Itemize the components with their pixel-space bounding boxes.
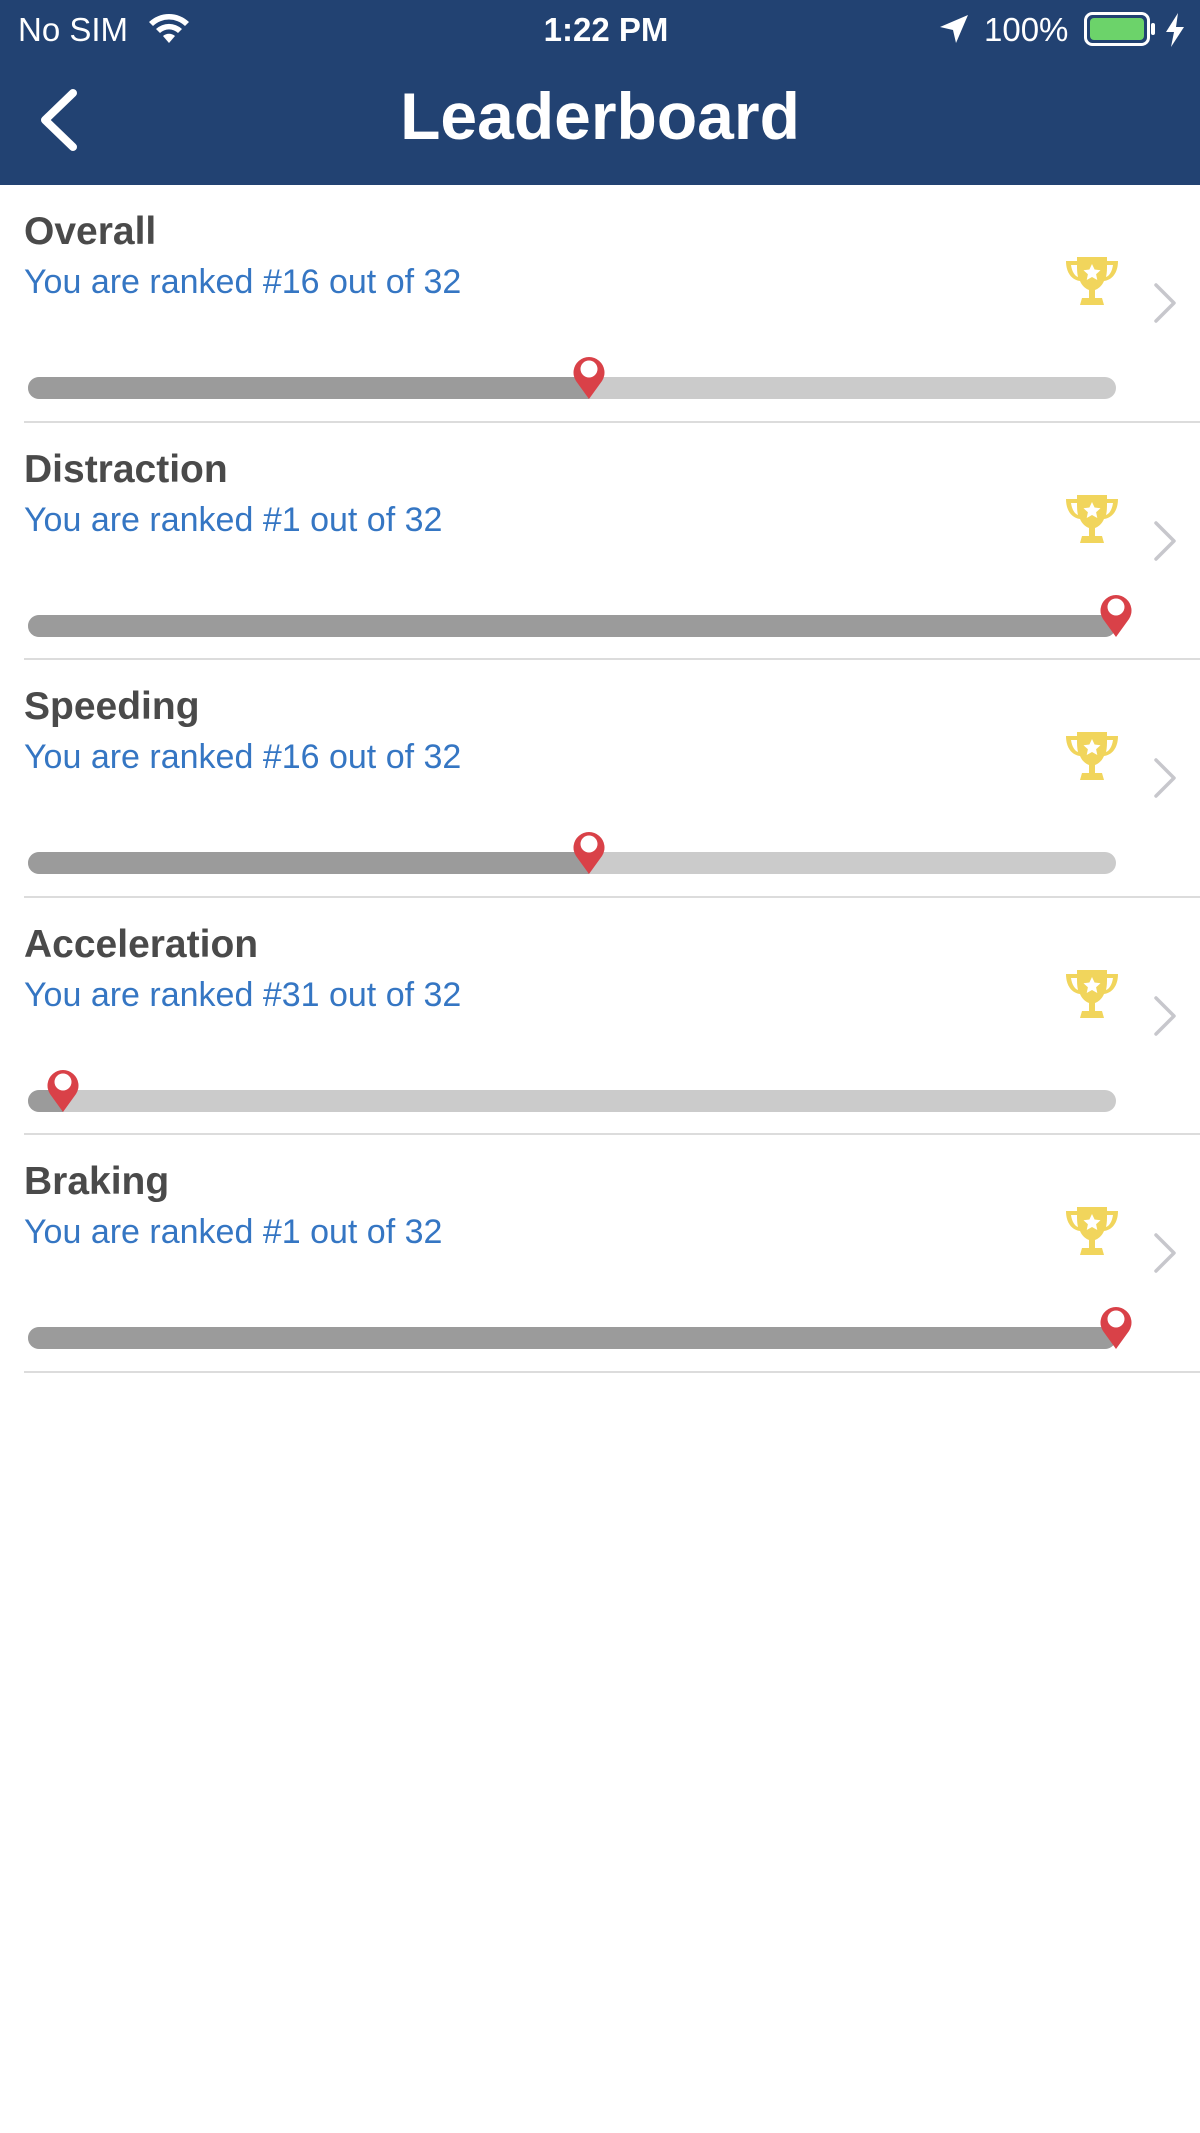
battery-percent: 100%	[984, 11, 1069, 48]
chevron-right-icon	[1154, 995, 1176, 1036]
nav-bar: Leaderboard	[0, 60, 1200, 185]
location-arrow-icon	[940, 15, 968, 43]
leaderboard-row-braking[interactable]: Braking You are ranked #1 out of 32	[0, 1135, 1200, 1373]
row-title: Braking	[24, 1160, 170, 1203]
trophy-icon	[1066, 732, 1118, 780]
chevron-right-icon	[1154, 283, 1176, 323]
rank-progress-fill	[28, 377, 590, 399]
map-pin-icon	[1100, 1307, 1132, 1349]
row-title: Distraction	[24, 447, 228, 491]
status-bar: No SIM 1:22 PM 100%	[0, 0, 1200, 60]
rank-progress-track	[28, 1327, 1116, 1349]
rank-progress-track	[28, 614, 1116, 637]
rank-progress-track	[28, 1089, 1116, 1112]
map-pin-icon	[573, 357, 605, 399]
charging-bolt-icon	[1166, 13, 1184, 47]
rank-progress-fill	[28, 614, 1116, 637]
row-title: Acceleration	[24, 922, 259, 966]
trophy-icon	[1066, 969, 1118, 1018]
battery-icon	[1084, 12, 1155, 46]
rank-text: You are ranked #31 out of 32	[24, 975, 462, 1014]
rank-progress-fill	[28, 852, 590, 874]
row-title: Speeding	[24, 685, 200, 728]
rank-text: You are ranked #16 out of 32	[24, 738, 462, 776]
header: No SIM 1:22 PM 100% Leaderboard	[0, 0, 1200, 185]
trophy-icon	[1066, 494, 1118, 543]
row-title: Overall	[24, 210, 157, 253]
trophy-icon	[1066, 257, 1118, 305]
leaderboard-row-acceleration[interactable]: Acceleration You are ranked #31 out of 3…	[0, 898, 1200, 1135]
trophy-icon	[1066, 1207, 1118, 1255]
leaderboard-row-distraction[interactable]: Distraction You are ranked #1 out of 32	[0, 423, 1200, 660]
map-pin-icon	[47, 1069, 79, 1112]
leaderboard-screen: No SIM 1:22 PM 100% Leaderboard Overall …	[0, 0, 1200, 2133]
page-title: Leaderboard	[400, 79, 800, 153]
chevron-right-icon	[1154, 520, 1176, 561]
leaderboard-list: Overall You are ranked #16 out of 32 Dis…	[0, 185, 1200, 1373]
leaderboard-row-overall[interactable]: Overall You are ranked #16 out of 32	[0, 185, 1200, 423]
map-pin-icon	[573, 832, 605, 874]
chevron-right-icon	[1154, 758, 1176, 798]
rank-text: You are ranked #1 out of 32	[24, 500, 443, 539]
leaderboard-row-speeding[interactable]: Speeding You are ranked #16 out of 32	[0, 660, 1200, 898]
rank-text: You are ranked #16 out of 32	[24, 263, 462, 301]
rank-text: You are ranked #1 out of 32	[24, 1213, 443, 1251]
rank-progress-fill	[28, 1327, 1116, 1349]
divider	[24, 1370, 1200, 1373]
map-pin-icon	[1100, 594, 1132, 637]
chevron-right-icon	[1154, 1233, 1176, 1273]
